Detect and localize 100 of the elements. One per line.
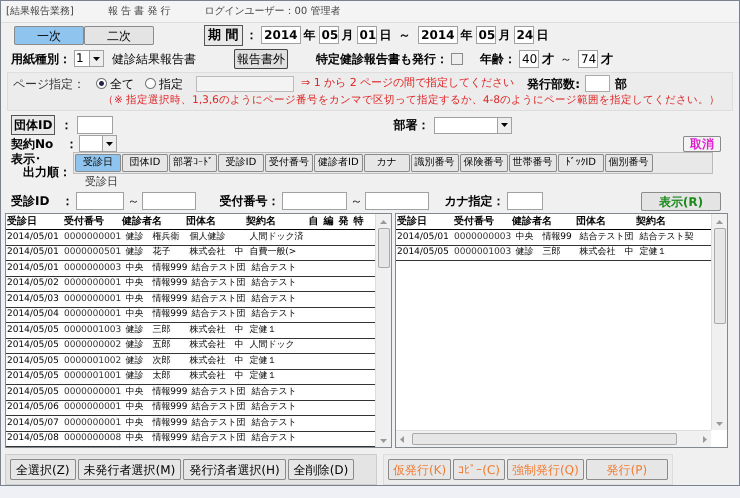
exam-id-field[interactable] bbox=[142, 192, 196, 210]
month-field[interactable]: 05 bbox=[318, 26, 339, 44]
table-cell-text: 0000000001 bbox=[63, 277, 122, 290]
select-button[interactable]: 発行済者選択(H) bbox=[183, 459, 286, 480]
sort-label: 表示･ bbox=[11, 152, 41, 166]
unit-label: 才 bbox=[542, 50, 554, 68]
vertical-scrollbar[interactable] bbox=[375, 214, 391, 447]
sort-button[interactable]: カナ bbox=[364, 154, 410, 172]
radio-button[interactable] bbox=[96, 78, 107, 90]
age-field[interactable]: 40 bbox=[519, 50, 539, 68]
department-dropdown[interactable] bbox=[434, 116, 512, 134]
year-field[interactable]: 2014 bbox=[418, 26, 458, 44]
select-button[interactable]: 全削除(D) bbox=[288, 459, 354, 480]
cancel-button[interactable]: 取消 bbox=[683, 136, 721, 152]
receipt-number-field[interactable] bbox=[365, 192, 430, 210]
table-cell-text: 定健１ bbox=[638, 246, 668, 259]
sort-button[interactable]: 団体ID bbox=[122, 154, 168, 172]
table-cell-text: 中央 情報999 bbox=[124, 416, 188, 430]
table-cell-text: 結合テスト団 bbox=[190, 416, 246, 430]
column-header[interactable]: 団体名 bbox=[185, 214, 243, 229]
column-header[interactable]: 健診者名 bbox=[511, 214, 573, 229]
table-cell-text: 0000001002 bbox=[63, 354, 122, 368]
kana-field[interactable] bbox=[507, 192, 544, 210]
column-header[interactable]: 特 bbox=[352, 214, 365, 229]
receipt-number-label: 受付番号： bbox=[219, 193, 280, 210]
sort-button[interactable]: 識別番号 bbox=[410, 154, 459, 172]
group-id-label: 団体ID bbox=[11, 115, 56, 136]
age-field[interactable]: 74 bbox=[578, 50, 598, 68]
contract-no-dropdown[interactable] bbox=[79, 135, 118, 152]
table-cell-text: 定健１ bbox=[248, 370, 278, 383]
table-cell-text: 中央 情報999 bbox=[124, 401, 188, 414]
column-header[interactable]: 発 bbox=[337, 214, 350, 229]
year-field[interactable]: 2014 bbox=[260, 26, 301, 44]
colon-label: ： bbox=[246, 27, 258, 44]
vertical-scrollbar[interactable] bbox=[711, 214, 727, 430]
horizontal-scrollbar[interactable] bbox=[396, 430, 711, 447]
show-button[interactable]: 表示(R) bbox=[641, 192, 721, 211]
range-separator: ～ bbox=[350, 193, 362, 210]
scroll-thumb[interactable] bbox=[412, 433, 677, 445]
table-cell-text: 2014/05/05 bbox=[6, 386, 60, 398]
column-header[interactable]: 受付番号 bbox=[63, 214, 119, 229]
table-cell-text: 0000000001 bbox=[63, 230, 122, 244]
sort-button[interactable]: 受付番号 bbox=[265, 154, 313, 172]
table-cell-text: 結合テスト団 bbox=[190, 308, 246, 321]
range-separator: ～ bbox=[398, 27, 411, 44]
column-header[interactable]: 契約名 bbox=[245, 214, 305, 229]
phase-tab[interactable]: 二次 bbox=[84, 26, 154, 45]
day-field[interactable]: 24 bbox=[514, 26, 534, 44]
unit-label: 日 bbox=[380, 27, 392, 44]
sort-button[interactable]: 部署ｺｰﾄﾞ bbox=[169, 154, 217, 172]
login-user: ログインユーザー：00 管理者 bbox=[204, 4, 340, 19]
receipt-number-field[interactable] bbox=[282, 192, 348, 210]
column-header[interactable]: 契約名 bbox=[635, 214, 695, 229]
column-header[interactable]: 編 bbox=[322, 214, 335, 229]
column-header[interactable]: 団体名 bbox=[575, 214, 633, 229]
sort-button[interactable]: 受診日 bbox=[75, 154, 121, 172]
checkbox[interactable] bbox=[451, 52, 463, 65]
table-cell-text: 結合テスト bbox=[250, 416, 298, 430]
table-cell-text: 健診 太郎 bbox=[124, 370, 172, 383]
select-button[interactable]: 未発行者選択(M) bbox=[78, 459, 182, 480]
column-header[interactable]: 健診者名 bbox=[121, 214, 183, 229]
table-cell-text: 0000000002 bbox=[63, 339, 122, 352]
sort-button[interactable]: ﾄﾞｯｸID bbox=[558, 154, 604, 172]
table-cell-text: 0000000003 bbox=[453, 230, 512, 244]
non-report-button[interactable]: 報告書外 bbox=[234, 48, 288, 69]
period-label: 期 間 bbox=[204, 24, 243, 46]
day-field[interactable]: 01 bbox=[356, 26, 377, 44]
radio-button[interactable] bbox=[145, 78, 156, 90]
sort-button[interactable]: 世帯番号 bbox=[508, 154, 557, 172]
sort-button[interactable]: 健診者ID bbox=[314, 154, 363, 172]
sort-button[interactable]: 個別番号 bbox=[604, 154, 653, 172]
table-cell-text: 株式会社 中 bbox=[188, 324, 244, 336]
table-cell-text: 2014/05/06 bbox=[6, 401, 60, 414]
table-cell-text: 0000000008 bbox=[63, 432, 122, 445]
column-header[interactable]: 受診日 bbox=[396, 214, 451, 229]
colon-label: ： bbox=[60, 117, 72, 134]
phase-tab[interactable]: 一次 bbox=[14, 26, 84, 45]
scroll-thumb[interactable] bbox=[714, 228, 726, 324]
table-cell-text: 中央 情報999 bbox=[124, 277, 188, 290]
page-range-field[interactable] bbox=[196, 76, 294, 92]
column-header[interactable]: 受診日 bbox=[6, 214, 61, 229]
sort-button[interactable]: 受診ID bbox=[218, 154, 264, 172]
copies-field[interactable] bbox=[585, 75, 610, 92]
screen-title: 報 告 書 発 行 bbox=[108, 4, 171, 19]
table-cell-text: 結合テスト bbox=[250, 308, 298, 321]
scroll-thumb[interactable] bbox=[378, 228, 390, 268]
radio-label: 全て bbox=[110, 76, 134, 93]
table-cell-text: 定健１ bbox=[248, 354, 278, 368]
column-header[interactable]: 受付番号 bbox=[453, 214, 509, 229]
group-id-field[interactable] bbox=[77, 116, 114, 134]
paper-type-dropdown[interactable]: 1 bbox=[74, 50, 104, 68]
month-field[interactable]: 05 bbox=[476, 26, 496, 44]
select-button[interactable]: 全選択(Z) bbox=[10, 459, 76, 480]
sort-button[interactable]: 保険番号 bbox=[460, 154, 508, 172]
column-header[interactable]: 自 bbox=[307, 214, 320, 229]
table-cell-text: 株式会社 中 bbox=[188, 370, 244, 383]
table-cell-text: 0000000001 bbox=[63, 386, 122, 398]
unit-label: 月 bbox=[498, 27, 511, 44]
dropdown-arrow-icon bbox=[106, 142, 114, 146]
exam-id-field[interactable] bbox=[76, 192, 124, 210]
